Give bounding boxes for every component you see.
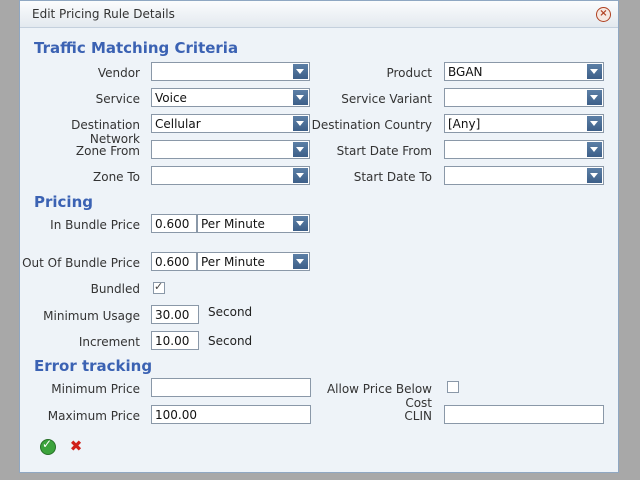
bundled-label: Bundled <box>90 282 140 296</box>
destination-country-label: Destination Country <box>311 118 432 132</box>
chevron-down-icon[interactable] <box>293 64 308 79</box>
chevron-down-icon[interactable] <box>587 168 602 183</box>
increment-unit: Second <box>208 334 253 348</box>
clin-label: CLIN <box>404 409 432 423</box>
minimum-usage-unit: Second <box>208 305 253 319</box>
pricing-rule-dialog: Edit Pricing Rule Details × Traffic Matc… <box>19 0 619 473</box>
product-label: Product <box>386 66 432 80</box>
clin-input[interactable] <box>444 405 604 424</box>
maximum-price-input[interactable]: 100.00 <box>151 405 311 424</box>
vendor-label: Vendor <box>97 66 140 80</box>
chevron-down-icon[interactable] <box>293 90 308 105</box>
destination-network-dropdown[interactable]: Cellular <box>151 114 310 133</box>
product-dropdown[interactable]: BGAN <box>444 62 604 81</box>
dialog-title: Edit Pricing Rule Details <box>32 7 175 21</box>
checkmark-icon[interactable]: ✓ <box>40 437 56 455</box>
section-error-tracking-heading: Error tracking <box>34 357 153 375</box>
increment-label: Increment <box>78 335 140 349</box>
vendor-dropdown[interactable] <box>151 62 310 81</box>
zone-from-dropdown[interactable] <box>151 140 310 159</box>
out-of-bundle-unit-value: Per Minute <box>201 255 265 269</box>
chevron-down-icon[interactable] <box>293 142 308 157</box>
zone-from-label: Zone From <box>75 144 140 158</box>
zone-to-dropdown[interactable] <box>151 166 310 185</box>
service-dropdown[interactable]: Voice <box>151 88 310 107</box>
in-bundle-unit-dropdown[interactable]: Per Minute <box>197 214 310 233</box>
service-variant-label: Service Variant <box>341 92 432 106</box>
destination-country-value: [Any] <box>448 117 481 131</box>
start-date-from-label: Start Date From <box>336 144 432 158</box>
destination-network-label: Destination Network <box>71 118 140 146</box>
allow-price-below-cost-label: Allow Price Below Cost <box>326 382 432 410</box>
start-date-to-dropdown[interactable] <box>444 166 604 185</box>
checkmark-icon: ✓ <box>154 280 164 293</box>
out-of-bundle-price-label: Out Of Bundle Price <box>22 256 140 270</box>
chevron-down-icon[interactable] <box>587 116 602 131</box>
start-date-to-label: Start Date To <box>353 170 432 184</box>
in-bundle-price-label: In Bundle Price <box>50 218 140 232</box>
bundled-checkbox[interactable]: ✓ <box>153 280 165 294</box>
ok-glyph: ✓ <box>42 437 53 451</box>
zone-to-label: Zone To <box>93 170 140 184</box>
chevron-down-icon[interactable] <box>293 116 308 131</box>
section-pricing-heading: Pricing <box>34 193 93 211</box>
cross-icon[interactable]: ✖ <box>68 438 84 454</box>
chevron-down-icon[interactable] <box>293 254 308 269</box>
allow-price-below-cost-checkbox[interactable] <box>447 381 459 393</box>
product-value: BGAN <box>448 65 483 79</box>
minimum-usage-input[interactable]: 30.00 <box>151 305 199 324</box>
destination-country-dropdown[interactable]: [Any] <box>444 114 604 133</box>
destination-network-value: Cellular <box>155 117 201 131</box>
chevron-down-icon[interactable] <box>587 142 602 157</box>
chevron-down-icon[interactable] <box>293 216 308 231</box>
in-bundle-price-input[interactable]: 0.600 <box>151 214 197 233</box>
chevron-down-icon[interactable] <box>587 64 602 79</box>
close-icon[interactable]: × <box>596 7 611 22</box>
out-of-bundle-price-input[interactable]: 0.600 <box>151 252 197 271</box>
section-traffic-heading: Traffic Matching Criteria <box>34 39 239 57</box>
start-date-from-dropdown[interactable] <box>444 140 604 159</box>
dialog-titlebar: Edit Pricing Rule Details × <box>20 1 618 28</box>
chevron-down-icon[interactable] <box>293 168 308 183</box>
minimum-price-label: Minimum Price <box>51 382 140 396</box>
minimum-usage-label: Minimum Usage <box>43 309 140 323</box>
chevron-down-icon[interactable] <box>587 90 602 105</box>
service-label: Service <box>95 92 140 106</box>
increment-input[interactable]: 10.00 <box>151 331 199 350</box>
service-variant-dropdown[interactable] <box>444 88 604 107</box>
minimum-price-input[interactable] <box>151 378 311 397</box>
maximum-price-label: Maximum Price <box>47 409 140 423</box>
out-of-bundle-unit-dropdown[interactable]: Per Minute <box>197 252 310 271</box>
in-bundle-unit-value: Per Minute <box>201 217 265 231</box>
service-value: Voice <box>155 91 187 105</box>
